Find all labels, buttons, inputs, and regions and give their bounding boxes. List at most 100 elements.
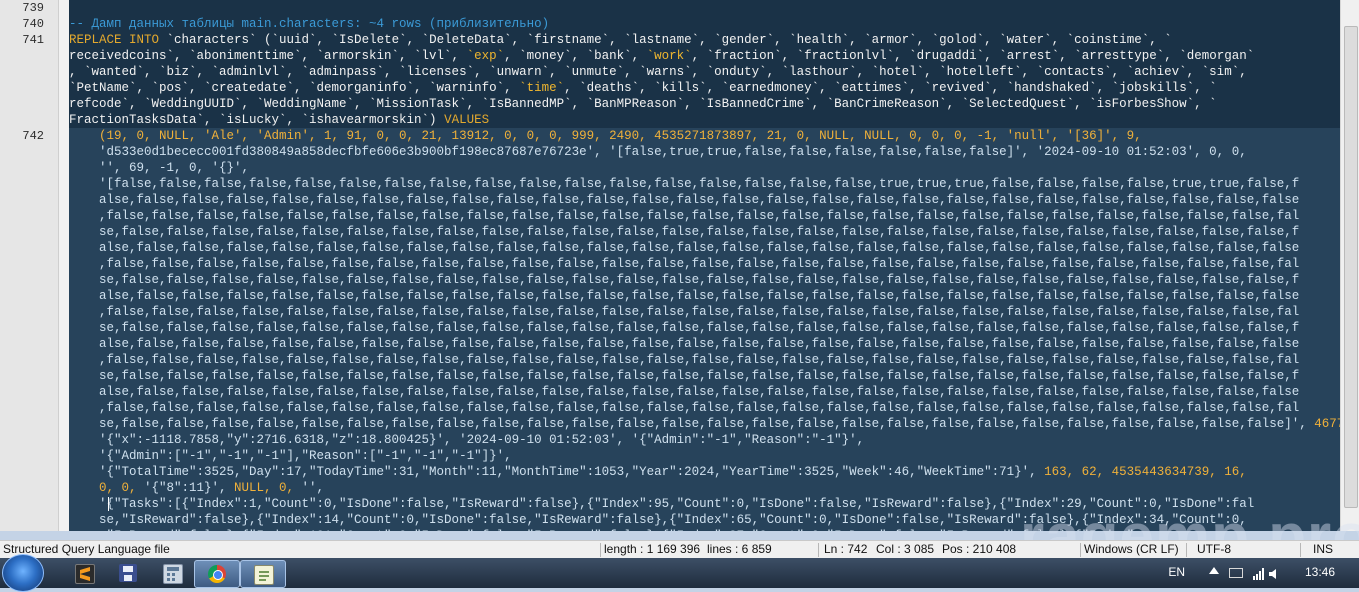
code-line[interactable]: se,false,false,false,false,false,false,f… [69,320,1299,336]
code-line[interactable]: '{"Admin":["-1","-1","-1"],"Reason":["-1… [69,448,512,464]
line-number: 740 [22,17,44,31]
taskbar-sublime-text[interactable] [62,560,106,586]
status-length: length : 1 169 396 [604,542,701,556]
code-token: se,"IsReward":false},{"Index":14,"Count"… [69,513,1247,527]
taskbar-chrome[interactable] [194,560,240,588]
code-line[interactable]: se,false,false,false,false,false,false,f… [69,368,1299,384]
taskbar-save[interactable] [106,560,150,586]
status-eol[interactable]: Windows (CR LF) [1084,542,1179,556]
code-token: alse,false,false,false,false,false,false… [69,385,1300,399]
code-token: '{"TotalTime":3525,"Day":17,"TodayTime":… [69,465,1045,479]
code-token: 'd533e0d1bececc001fd380849a858decfbfe606… [69,145,1247,159]
code-editor[interactable]: 739 740 741 742 -- Дамп данных таблицы main… [0,0,1340,531]
code-line[interactable]: alse,false,false,false,false,false,false… [69,240,1299,256]
code-line[interactable]: refcode`, `WeddingUUID`, `WeddingName`, … [69,96,1217,112]
status-encoding[interactable]: UTF-8 [1197,542,1231,556]
code-line[interactable]: alse,false,false,false,false,false,false… [69,288,1299,304]
code-line[interactable]: se,false,false,false,false,false,false,f… [69,416,1340,432]
vertical-scrollbar[interactable] [1340,0,1359,531]
code-token: -- Дамп данных таблицы main.characters: … [69,17,550,31]
code-line[interactable]: se,false,false,false,false,false,false,f… [69,224,1299,240]
tray-window-icon[interactable] [1229,568,1243,578]
code-line[interactable]: ,false,false,false,false,false,false,fal… [69,352,1299,368]
code-line[interactable]: '', 69, -1, 0, '{}', [69,160,249,176]
code-token: se,false,false,false,false,false,false,f… [69,369,1300,383]
code-token: alse,false,false,false,false,false,false… [69,193,1300,207]
code-token: REPLACE INTO [69,33,167,47]
code-token: , `wanted`, `biz`, `adminlvl`, `adminpas… [69,65,1247,79]
text-cursor [108,497,109,511]
code-token: refcode`, `WeddingUUID`, `WeddingName`, … [69,97,1217,111]
code-line[interactable]: REPLACE INTO `characters` (`uuid`, `IsDe… [69,32,1172,48]
code-token: ,"IsReward":false},{"Index":101,"Count":… [69,529,1142,531]
taskbar-calculator[interactable] [150,560,194,586]
taskbar-notepad[interactable] [240,560,286,588]
code-token: FractionTasksData`, `isLucky`, `ishavear… [69,113,445,127]
code-line[interactable]: , `wanted`, `biz`, `adminlvl`, `adminpas… [69,64,1247,80]
signal-bars-icon[interactable] [1253,567,1264,580]
code-token: ,false,false,false,false,false,false,fal… [69,353,1300,367]
code-token: se,false,false,false,false,false,false,f… [69,273,1300,287]
code-token: '[false,false,false,false,false,false,fa… [69,177,1300,191]
code-token: 0, 0, [69,481,145,495]
sublime-text-icon [75,564,95,584]
code-line[interactable]: '[false,false,false,false,false,false,fa… [69,176,1299,192]
status-insert-mode[interactable]: INS [1313,542,1333,556]
code-token: , `fraction`, `fractionlvl`, `drugaddi`,… [691,49,1255,63]
tray-expand-icon[interactable] [1209,567,1219,574]
code-line[interactable]: receivedcoins`, `abonimenttime`, `armors… [69,48,1254,64]
status-position: Pos : 210 408 [942,542,1017,556]
line-number-gutter: 739 740 741 742 [0,0,59,531]
line-number: 741 [22,33,44,47]
code-line[interactable]: `PetName`, `pos`, `createdate`, `demorga… [69,80,1217,96]
editor-text-area[interactable]: -- Дамп данных таблицы main.characters: … [69,0,1340,531]
code-line[interactable]: ,false,false,false,false,false,false,fal… [69,304,1299,320]
code-token: '', [301,481,325,495]
code-token: '{"Tasks":[{"Index":1,"Count":0,"IsDone"… [69,497,1255,511]
status-lines: lines : 6 859 [707,542,772,556]
code-token: 163, 62, 4535443634739, 16, [1044,465,1247,479]
language-indicator[interactable]: EN [1168,565,1185,579]
code-token: alse,false,false,false,false,false,false… [69,337,1300,351]
code-line[interactable]: ,false,false,false,false,false,false,fal… [69,400,1299,416]
code-line[interactable]: se,false,false,false,false,false,false,f… [69,272,1299,288]
line-number: 742 [22,129,44,143]
code-token: se,false,false,false,false,false,false,f… [69,417,1315,431]
code-token: `work` [646,49,692,63]
clock[interactable]: 13:46 [1305,565,1335,579]
code-token: se,false,false,false,false,false,false,f… [69,321,1300,335]
code-line[interactable]: alse,false,false,false,false,false,false… [69,192,1299,208]
calculator-icon [163,564,183,584]
start-button[interactable] [2,554,44,592]
chrome-icon [208,565,226,583]
code-line[interactable]: se,"IsReward":false},{"Index":14,"Count"… [69,512,1247,528]
code-line[interactable]: alse,false,false,false,false,false,false… [69,384,1299,400]
code-line[interactable]: '{"x":-1118.7858,"y":2716.6318,"z":18.80… [69,432,864,448]
code-line[interactable]: FractionTasksData`, `isLucky`, `ishavear… [69,112,489,128]
windows-taskbar: EN 13:46 [0,554,1359,592]
code-token: `exp` [466,49,505,63]
code-line[interactable]: ,false,false,false,false,false,false,fal… [69,256,1299,272]
code-line[interactable]: 'd533e0d1bececc001fd380849a858decfbfe606… [69,144,1247,160]
code-token: ,false,false,false,false,false,false,fal… [69,257,1300,271]
code-line[interactable]: ,false,false,false,false,false,false,fal… [69,208,1299,224]
code-token: VALUES [444,113,490,127]
code-line[interactable]: 0, 0, '{"8":11}', NULL, 0, '', [69,480,324,496]
code-line[interactable]: -- Дамп данных таблицы main.characters: … [69,16,549,32]
code-token: ,false,false,false,false,false,false,fal… [69,401,1300,415]
code-line[interactable]: alse,false,false,false,false,false,false… [69,336,1299,352]
volume-icon[interactable] [1269,567,1279,579]
code-token: `characters` (`uuid`, `IsDelete`, `Delet… [166,33,1172,47]
code-token: alse,false,false,false,false,false,false… [69,241,1300,255]
floppy-save-icon [119,564,137,582]
code-line[interactable]: '{"TotalTime":3525,"Day":17,"TodayTime":… [69,464,1247,480]
scrollbar-thumb[interactable] [1344,26,1358,508]
code-token: receivedcoins`, `abonimenttime`, `armors… [69,49,467,63]
code-line[interactable]: (19, 0, NULL, 'Ale', 'Admin', 1, 91, 0, … [69,128,1142,144]
code-token: , `deaths`, `kills`, `earnedmoney`, `eat… [564,81,1217,95]
code-line[interactable]: ,"IsReward":false},{"Index":101,"Count":… [69,528,1142,531]
line-number: 739 [22,1,44,15]
code-token: NULL, 0, [234,481,302,495]
code-token: '{"Admin":["-1","-1","-1"],"Reason":["-1… [69,449,512,463]
code-line[interactable]: '{"Tasks":[{"Index":1,"Count":0,"IsDone"… [69,496,1254,512]
